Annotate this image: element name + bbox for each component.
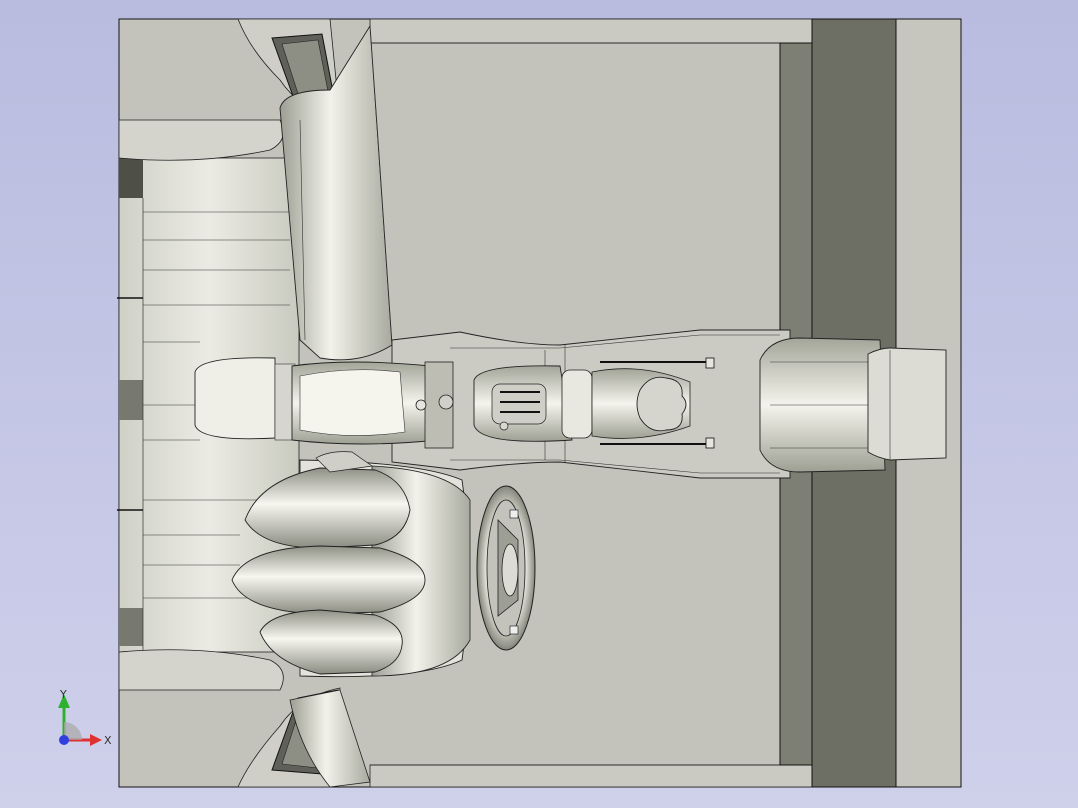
graphics-viewport[interactable]: Y X [0, 0, 1078, 808]
y-axis-label: Y [59, 688, 67, 701]
cad-model-top-view[interactable] [0, 0, 1078, 808]
cup-holder-icon [636, 376, 687, 432]
x-axis-label: X [104, 734, 112, 747]
dashboard-module[interactable] [194, 357, 454, 449]
rear-seat[interactable] [759, 337, 947, 473]
steering-wheel[interactable] [476, 485, 536, 651]
coordinate-triad: Y X [58, 688, 112, 747]
gear-shift-module[interactable] [473, 365, 691, 442]
z-axis-point [59, 735, 69, 745]
